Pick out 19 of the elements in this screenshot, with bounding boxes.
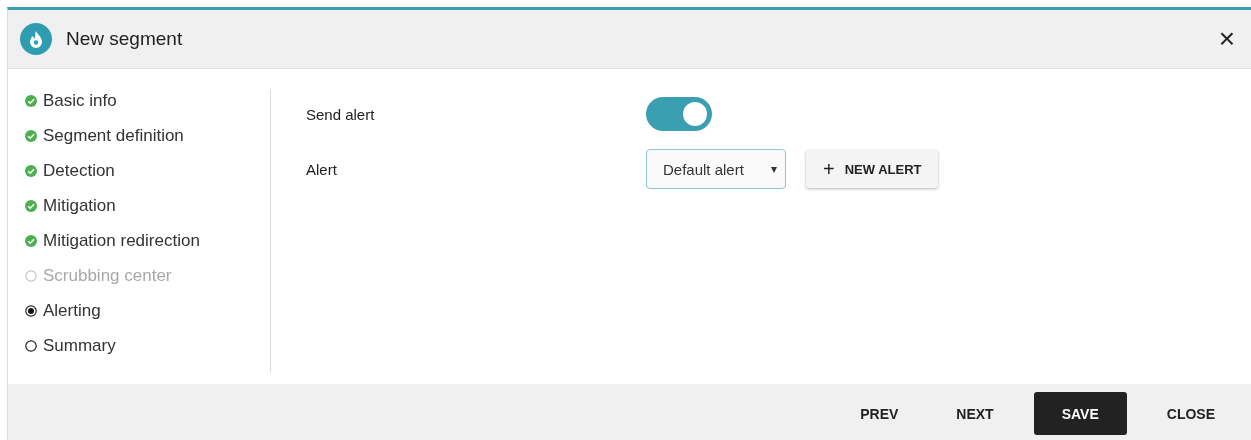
alert-dropdown[interactable]: Default alert ▾ (646, 149, 786, 189)
toggle-switch[interactable] (646, 97, 712, 131)
step-label[interactable]: Mitigation redirection (43, 231, 200, 251)
footer-button[interactable]: PREV (832, 392, 927, 435)
step-label[interactable]: Basic info (43, 91, 117, 111)
step-label[interactable]: Summary (43, 336, 116, 356)
flame-logo-icon (20, 23, 52, 55)
step-label[interactable]: Alerting (43, 301, 101, 321)
step-label[interactable]: Segment definition (43, 126, 184, 146)
step-label[interactable]: Mitigation (43, 196, 116, 216)
step-label[interactable]: Detection (43, 161, 115, 181)
dialog-title: New segment (66, 28, 183, 50)
footer-button[interactable]: NEXT (928, 392, 1022, 435)
save-button[interactable]: SAVE (1033, 392, 1127, 435)
field-label: Send alert (306, 105, 376, 123)
field-label: Alert (306, 160, 338, 178)
footer-button[interactable]: CLOSE (1138, 392, 1243, 435)
new-alert-button[interactable]: + NEW ALERT (806, 150, 939, 188)
close-button[interactable]: × (1214, 25, 1239, 53)
